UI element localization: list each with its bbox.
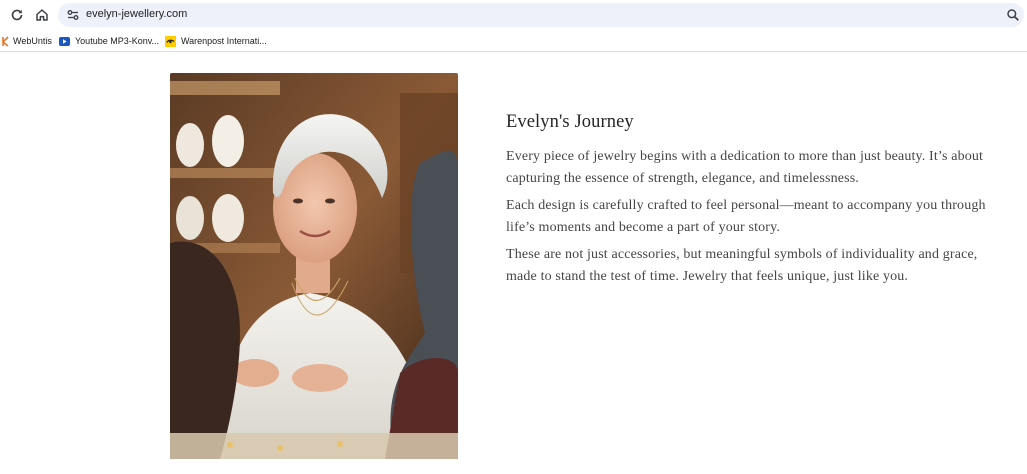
- story-paragraph: Each design is carefully crafted to feel…: [506, 198, 986, 235]
- story-paragraph: Every piece of jewelry begins with a ded…: [506, 149, 984, 186]
- story-title: Evelyn's Journey: [506, 112, 634, 132]
- address-bar[interactable]: evelyn-jewellery.com: [58, 3, 1024, 27]
- webuntis-icon: [2, 35, 10, 47]
- bookmark-warenpost[interactable]: Warenpost Internati...: [165, 34, 267, 48]
- home-icon: [36, 9, 48, 21]
- post-horn-icon: [165, 35, 176, 47]
- bookmark-label: Youtube MP3-Konv...: [75, 36, 160, 46]
- search-icon[interactable]: [1006, 8, 1020, 22]
- story-paragraph: These are not just accessories, but mean…: [506, 247, 978, 284]
- bookmark-youtube-mp3[interactable]: Youtube MP3-Konv...: [59, 34, 159, 48]
- site-settings-icon[interactable]: [66, 8, 80, 22]
- home-button[interactable]: [33, 6, 51, 24]
- bookmarks-bar: WebUntis Youtube MP3-Konv... Warenpost I…: [0, 30, 1027, 52]
- story-section: Evelyn's Journey Every piece of jewelry …: [506, 112, 1006, 293]
- youtube-icon: [59, 36, 70, 47]
- bookmark-label: WebUntis: [13, 36, 52, 46]
- reload-icon: [11, 9, 23, 21]
- reload-button[interactable]: [8, 6, 26, 24]
- url-text[interactable]: evelyn-jewellery.com: [86, 8, 187, 20]
- bookmark-webuntis[interactable]: WebUntis: [2, 34, 52, 48]
- browser-toolbar: evelyn-jewellery.com: [0, 0, 1027, 30]
- bookmark-label: Warenpost Internati...: [181, 36, 267, 46]
- evelyn-photo: [170, 73, 458, 459]
